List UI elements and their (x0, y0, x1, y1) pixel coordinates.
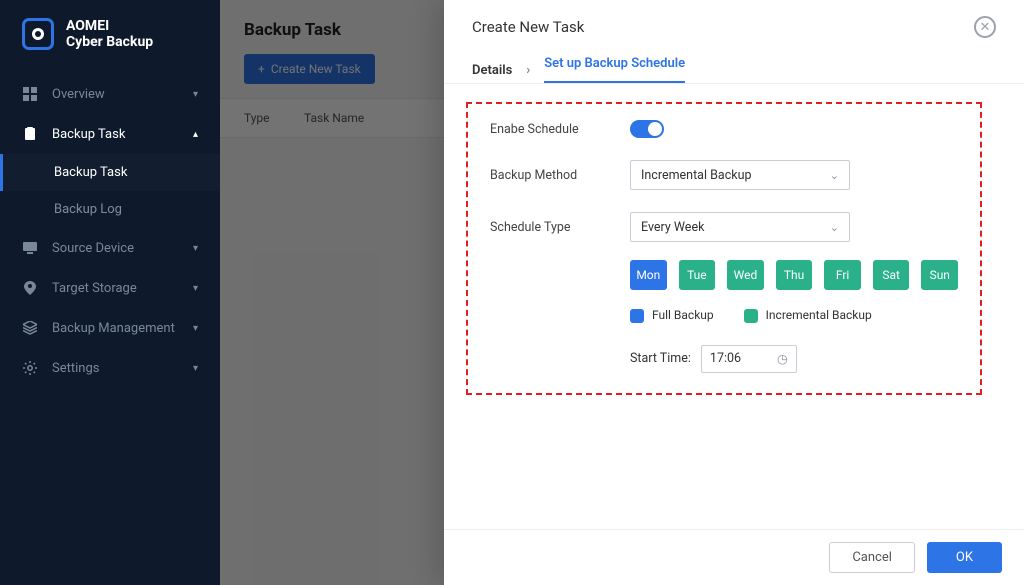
sidebar-sub-label: Backup Task (54, 165, 127, 180)
legend-incr-label: Incremental Backup (766, 308, 872, 322)
create-task-drawer: Create New Task ✕ Details › Set up Backu… (444, 0, 1024, 585)
cancel-button[interactable]: Cancel (829, 542, 915, 573)
clock-icon: ◷ (777, 351, 788, 367)
row-enable-schedule: Enabe Schedule (490, 120, 958, 138)
sidebar-item-overview[interactable]: Overview ▾ (0, 74, 220, 114)
cancel-label: Cancel (852, 550, 892, 565)
chevron-up-icon: ▴ (193, 129, 198, 140)
sidebar-item-label: Backup Management (52, 321, 175, 336)
step-schedule[interactable]: Set up Backup Schedule (544, 56, 685, 84)
legend-incremental: Incremental Backup (744, 308, 872, 323)
day-tue[interactable]: Tue (679, 260, 716, 290)
label-start-time: Start Time: (630, 351, 691, 366)
sidebar-item-backup-management[interactable]: Backup Management ▾ (0, 308, 220, 348)
chevron-down-icon: ▾ (193, 283, 198, 294)
row-schedule-type: Schedule Type Every Week ⌄ (490, 212, 958, 242)
row-backup-method: Backup Method Incremental Backup ⌄ (490, 160, 958, 190)
sidebar-item-source-device[interactable]: Source Device ▾ (0, 228, 220, 268)
day-mon[interactable]: Mon (630, 260, 667, 290)
clipboard-icon (22, 126, 38, 142)
day-sun[interactable]: Sun (921, 260, 958, 290)
gear-icon (22, 360, 38, 376)
legend-full: Full Backup (630, 308, 714, 323)
brand-line2: Cyber Backup (66, 34, 153, 50)
chevron-down-icon: ⌄ (830, 169, 839, 182)
chevron-down-icon: ▾ (193, 363, 198, 374)
layers-icon (22, 320, 38, 336)
sidebar-item-label: Settings (52, 361, 99, 376)
row-start-time: Start Time: 17:06 ◷ (630, 345, 958, 373)
day-label: Mon (636, 268, 660, 282)
day-label: Sat (882, 268, 900, 282)
schedule-type-select[interactable]: Every Week ⌄ (630, 212, 850, 242)
close-button[interactable]: ✕ (974, 16, 996, 38)
brand: AOMEI Cyber Backup (0, 0, 220, 68)
legend-swatch-incr-icon (744, 309, 758, 323)
backup-method-select[interactable]: Incremental Backup ⌄ (630, 160, 850, 190)
chevron-down-icon: ▾ (193, 323, 198, 334)
sidebar-nav: Overview ▾ Backup Task ▴ Backup Task Bac… (0, 68, 220, 585)
day-label: Thu (784, 268, 804, 282)
weekday-picker: Mon Tue Wed Thu Fri Sat Sun (630, 260, 958, 290)
drawer-header: Create New Task ✕ (444, 0, 1024, 38)
brand-text: AOMEI Cyber Backup (66, 18, 153, 50)
brand-line1: AOMEI (66, 18, 153, 34)
drawer-title: Create New Task (472, 18, 584, 36)
sidebar: AOMEI Cyber Backup Overview ▾ Backup Tas… (0, 0, 220, 585)
label-enable-schedule: Enabe Schedule (490, 122, 630, 137)
dashboard-icon (22, 86, 38, 102)
start-time-input[interactable]: 17:06 ◷ (701, 345, 797, 373)
drawer-body: Enabe Schedule Backup Method Incremental… (444, 84, 1024, 529)
sidebar-item-backup-task[interactable]: Backup Task ▴ (0, 114, 220, 154)
day-label: Fri (836, 268, 849, 282)
legend-full-label: Full Backup (652, 308, 714, 322)
label-schedule-type: Schedule Type (490, 220, 630, 235)
day-fri[interactable]: Fri (824, 260, 861, 290)
day-label: Sun (930, 268, 950, 282)
start-time-value: 17:06 (710, 351, 741, 366)
sidebar-sub-backup-log[interactable]: Backup Log (0, 191, 220, 228)
sidebar-item-label: Overview (52, 87, 105, 102)
close-icon: ✕ (980, 21, 991, 34)
ok-label: OK (956, 550, 973, 565)
schedule-highlight-box: Enabe Schedule Backup Method Incremental… (466, 102, 982, 395)
steps-breadcrumb: Details › Set up Backup Schedule (444, 38, 1024, 84)
sidebar-sub-backup-task[interactable]: Backup Task (0, 154, 220, 191)
sidebar-sub-label: Backup Log (54, 202, 122, 217)
sidebar-item-label: Source Device (52, 241, 134, 256)
day-wed[interactable]: Wed (727, 260, 764, 290)
backup-method-value: Incremental Backup (641, 168, 752, 183)
legend: Full Backup Incremental Backup (630, 308, 958, 323)
day-thu[interactable]: Thu (776, 260, 813, 290)
chevron-down-icon: ⌄ (830, 221, 839, 234)
day-label: Wed (734, 268, 758, 282)
legend-swatch-full-icon (630, 309, 644, 323)
brand-logo-icon (22, 18, 54, 50)
sidebar-item-settings[interactable]: Settings ▾ (0, 348, 220, 388)
drawer-footer: Cancel OK (444, 529, 1024, 585)
chevron-down-icon: ▾ (193, 89, 198, 100)
monitor-icon (22, 240, 38, 256)
label-backup-method: Backup Method (490, 168, 630, 183)
sidebar-item-label: Target Storage (52, 281, 137, 296)
location-icon (22, 280, 38, 296)
chevron-right-icon: › (526, 63, 530, 78)
schedule-type-value: Every Week (641, 220, 704, 235)
chevron-down-icon: ▾ (193, 243, 198, 254)
sidebar-item-label: Backup Task (52, 127, 125, 142)
sidebar-item-target-storage[interactable]: Target Storage ▾ (0, 268, 220, 308)
main-area: Backup Task + Create New Task Type Task … (220, 0, 1024, 585)
enable-schedule-toggle[interactable] (630, 120, 664, 138)
day-sat[interactable]: Sat (873, 260, 910, 290)
step-details[interactable]: Details (472, 63, 512, 78)
ok-button[interactable]: OK (927, 542, 1002, 573)
day-label: Tue (687, 268, 707, 282)
toggle-knob-icon (648, 122, 662, 136)
